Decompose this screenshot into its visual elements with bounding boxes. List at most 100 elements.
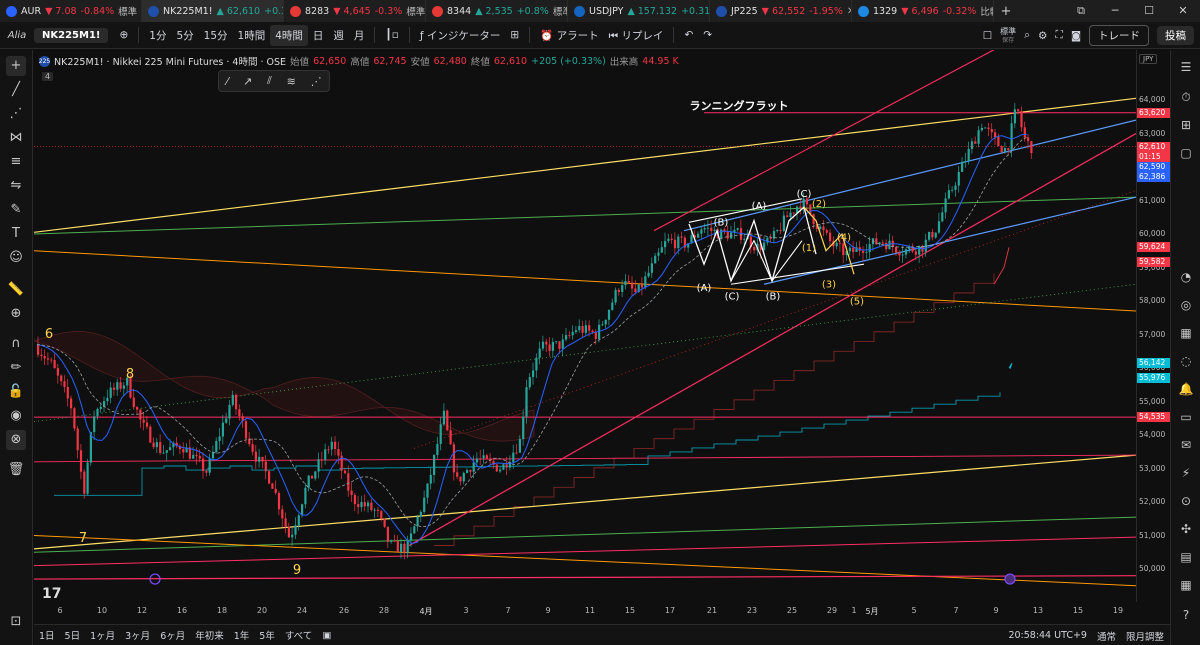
indicator-count-badge[interactable]: 4 <box>42 72 54 81</box>
candle-body <box>677 236 680 249</box>
trash-icon[interactable]: 🗑 <box>6 460 26 480</box>
target-icon[interactable]: ◎ <box>1177 296 1195 314</box>
candle-body <box>215 440 218 453</box>
adjust-label[interactable]: 限月調整 <box>1126 629 1164 643</box>
layers-icon[interactable]: ▤ <box>1177 548 1195 566</box>
interval-button[interactable]: 15分 <box>199 28 233 43</box>
maximize-icon[interactable]: ☐ <box>1132 0 1166 22</box>
replay-button[interactable]: ⏮ リプレイ <box>604 28 669 43</box>
range-button[interactable]: 1日 <box>34 628 60 642</box>
help-icon[interactable]: ? <box>1177 606 1195 624</box>
chart-canvas[interactable]: ランニングフラット (A) (B) (C) (A) (B) (C) (1) (2) (3) (4) (… <box>34 50 1136 624</box>
ideas-icon[interactable]: ◌ <box>1177 352 1195 370</box>
range-button[interactable]: 3ヶ月 <box>120 628 155 642</box>
eye-icon[interactable]: ◉ <box>6 406 26 426</box>
range-button[interactable]: すべて <box>280 628 317 642</box>
interval-button[interactable]: 4時間 <box>270 24 308 46</box>
screenshot-camera-icon[interactable]: ◙ <box>1071 30 1081 42</box>
clock[interactable]: 20:58:44 UTC+9 <box>1008 630 1087 641</box>
interval-button[interactable]: 5分 <box>171 28 198 43</box>
crosshair-icon[interactable]: + <box>6 56 26 76</box>
browser-tab[interactable]: 8344▲ 2,535+0.8%標準✕ <box>426 0 568 22</box>
stream-icon[interactable]: ⊙ <box>1177 492 1195 510</box>
magnet-icon[interactable]: ∩ <box>6 334 26 354</box>
bar-style-icon[interactable]: ┃▫ <box>380 29 403 41</box>
add-symbol-icon[interactable]: ⊕ <box>114 29 133 41</box>
alerts-clock-icon[interactable]: ⏱ <box>1177 88 1195 106</box>
pitchfork-icon[interactable]: ⋰ <box>6 104 26 124</box>
data-window-icon[interactable]: ⊞ <box>1177 116 1195 134</box>
range-button[interactable]: 5日 <box>60 628 86 642</box>
lock-icon[interactable]: 🔓 <box>6 382 26 402</box>
interval-button[interactable]: 日 <box>308 28 329 43</box>
range-button[interactable]: 年初来 <box>190 628 229 642</box>
alert-button[interactable]: ⏰ アラート <box>535 28 603 43</box>
pine-icon[interactable]: ▭ <box>1177 408 1195 426</box>
draw-curve-icon[interactable]: ≋ <box>287 75 296 88</box>
browser-tab[interactable]: USDJPY▲ 157.132+0.31%✕ <box>568 0 710 22</box>
object-tree-icon[interactable]: ⊡ <box>6 612 26 632</box>
browser-tab[interactable]: 8283▼ 4,645-0.3%標準✕ <box>284 0 426 22</box>
network-icon[interactable]: ✣ <box>1177 520 1195 538</box>
extra-tabs-icon[interactable]: ⧉ <box>1064 0 1098 22</box>
browser-tab[interactable]: JP225▼ 62,552-1.95%✕ <box>710 0 852 22</box>
browser-tab[interactable]: NK225M1!▲ 62,610+0.33%✕ <box>142 0 284 22</box>
brush-icon[interactable]: ✎ <box>6 200 26 220</box>
time-axis[interactable]: 6 10 12 16 18 20 24 26 28 4月 3 7 9 11 15 17 21 23 25 29 1 5 7 9… <box>34 602 1136 620</box>
options-icon[interactable]: ✉ <box>1177 436 1195 454</box>
trade-button[interactable]: トレード <box>1089 25 1149 46</box>
interval-button[interactable]: 1時間 <box>233 28 271 43</box>
browser-tab[interactable]: 1329▼ 6,496-0.32%比較✕ <box>852 0 994 22</box>
quick-search-icon[interactable]: ⌕ <box>1024 29 1030 42</box>
ruler-icon[interactable]: 📏 <box>6 280 26 300</box>
close-window-icon[interactable]: ✕ <box>1166 0 1200 22</box>
pulse-icon[interactable]: ⚡ <box>1177 464 1195 482</box>
draw-channel-icon[interactable]: ⫽ <box>267 74 272 88</box>
zoom-in-icon[interactable]: ⊕ <box>6 304 26 324</box>
emoji-icon[interactable]: ☺ <box>6 248 26 268</box>
measure-icon[interactable]: ⇋ <box>6 176 26 196</box>
draw-line-icon[interactable]: ⁄ <box>226 75 228 88</box>
range-button[interactable]: 1ヶ月 <box>85 628 120 642</box>
post-button[interactable]: 投稿 <box>1157 26 1194 45</box>
browser-tab[interactable]: AUR▼ 7.08-0.84%標準✕ <box>0 0 142 22</box>
draw-fan-icon[interactable]: ⋰ <box>311 75 322 88</box>
bell-icon[interactable]: 🔔 <box>1177 380 1195 398</box>
legend-title[interactable]: NK225M1! · Nikkei 225 Mini Futures · 4時間… <box>54 54 286 68</box>
fullscreen-icon[interactable]: ⛶ <box>1055 29 1062 42</box>
interval-button[interactable]: 1分 <box>144 28 171 43</box>
calendar-icon[interactable]: ▦ <box>1177 324 1195 342</box>
indicators-button[interactable]: ƒ インジケーター <box>415 28 506 43</box>
settings-gear-icon[interactable]: ⚙ <box>1038 30 1047 42</box>
lock-drawing-icon[interactable]: ✏ <box>6 358 26 378</box>
undo-icon[interactable]: ↶ <box>679 29 698 41</box>
chat-icon[interactable]: ▢ <box>1177 144 1195 162</box>
date-range-icon[interactable]: ▣ <box>317 630 336 641</box>
speed-icon[interactable]: ◔ <box>1177 268 1195 286</box>
interval-button[interactable]: 月 <box>349 28 370 43</box>
fib-icon[interactable]: ≡ <box>6 152 26 172</box>
templates-icon[interactable]: ⊞ <box>505 29 524 41</box>
grid-icon[interactable]: ▦ <box>1177 576 1195 594</box>
watchlist-icon[interactable]: ☰ <box>1177 58 1195 76</box>
price-axis[interactable]: JPY 64,00063,00062,00061,00060,00059,000… <box>1136 50 1170 624</box>
interval-button[interactable]: 週 <box>328 28 349 43</box>
app-logo-icon[interactable]: Alia <box>0 30 34 41</box>
redo-icon[interactable]: ↷ <box>698 29 717 41</box>
minimize-icon[interactable]: ─ <box>1098 0 1132 22</box>
price-chart[interactable]: ランニングフラット (A) (B) (C) (A) (B) (C) (1) (2) (3) (4) (… <box>34 50 1136 624</box>
range-button[interactable]: 6ヶ月 <box>155 628 190 642</box>
symbol-search-button[interactable]: NK225M1! <box>34 27 109 43</box>
new-tab-icon[interactable]: + <box>994 4 1018 19</box>
text-icon[interactable]: T <box>6 224 26 244</box>
layout-save-button[interactable]: 標準 保存 <box>1000 27 1016 45</box>
draw-ray-icon[interactable]: ↗ <box>243 75 252 88</box>
range-button[interactable]: 1年 <box>229 628 255 642</box>
pattern-icon[interactable]: ⋈ <box>6 128 26 148</box>
trendline-icon[interactable]: ╱ <box>6 80 26 100</box>
range-button[interactable]: 5年 <box>254 628 280 642</box>
currency-label[interactable]: JPY <box>1139 54 1158 64</box>
layout-box-icon[interactable]: ☐ <box>983 30 992 42</box>
globe-icon[interactable]: ⊗ <box>6 430 26 450</box>
session-label[interactable]: 通常 <box>1097 629 1116 643</box>
